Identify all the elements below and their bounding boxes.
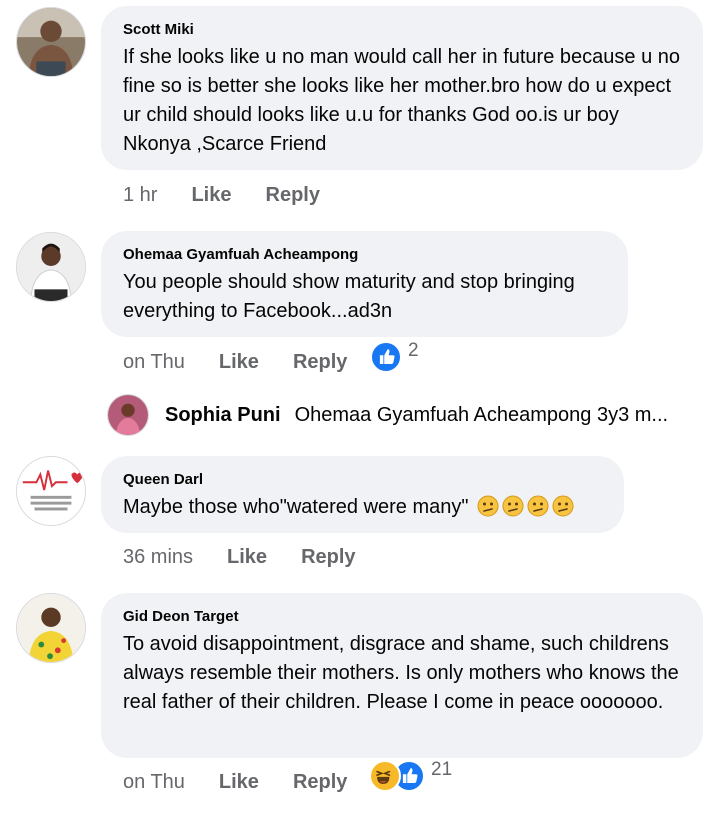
haha-reaction-icon: [369, 760, 401, 792]
comment-timestamp[interactable]: 36 mins: [123, 546, 193, 569]
reply-button[interactable]: Reply: [293, 351, 347, 374]
like-button[interactable]: Like: [219, 771, 259, 794]
comment-text: To avoid disappointment, disgrace and sh…: [123, 633, 679, 713]
emoji-group: [474, 495, 574, 518]
comment-author[interactable]: Ohemaa Gyamfuah Acheampong: [123, 246, 606, 264]
comment-bubble: Gid Deon Target To avoid disappointment,…: [101, 593, 703, 758]
profile-photo: [108, 395, 148, 435]
avatar-gid-deon-target[interactable]: [16, 593, 86, 663]
comment-author[interactable]: Scott Miki: [123, 21, 681, 39]
like-button[interactable]: Like: [191, 184, 231, 207]
avatar-ohemaa-gyamfuah-acheampong[interactable]: [16, 232, 86, 302]
comment-author[interactable]: Queen Darl: [123, 471, 602, 489]
reply-author[interactable]: Sophia Puni: [165, 404, 281, 427]
profile-photo: [17, 8, 85, 76]
comment-text: If she looks like u no man would call he…: [123, 46, 680, 155]
reply-button[interactable]: Reply: [293, 771, 347, 794]
comment-timestamp[interactable]: 1 hr: [123, 184, 157, 207]
comment-timestamp[interactable]: on Thu: [123, 771, 185, 794]
reply-preview[interactable]: Sophia Puni Ohemaa Gyamfuah Acheampong 3…: [165, 404, 668, 427]
comment-text: Maybe those who"watered were many": [123, 496, 469, 518]
avatar-queen-darl[interactable]: [16, 456, 86, 526]
comment-bubble: Queen Darl Maybe those who"watered were …: [101, 456, 624, 533]
comment-actions: 36 mins Like Reply: [123, 546, 356, 569]
reaction-summary[interactable]: 2: [370, 340, 419, 373]
comment-timestamp[interactable]: on Thu: [123, 351, 185, 374]
reaction-summary[interactable]: 21: [369, 759, 453, 792]
comment-actions: 1 hr Like Reply: [123, 184, 320, 207]
comment-text-line: Maybe those who"watered were many": [123, 493, 602, 522]
comment-bubble: Ohemaa Gyamfuah Acheampong You people sh…: [101, 231, 628, 337]
profile-photo: [17, 233, 85, 301]
profile-photo: [17, 457, 85, 525]
comment-bubble: Scott Miki If she looks like u no man wo…: [101, 6, 703, 170]
reaction-count: 21: [431, 759, 453, 780]
reaction-count: 2: [408, 340, 419, 361]
like-button[interactable]: Like: [219, 351, 259, 374]
confused-face-emoji: [502, 495, 524, 517]
avatar-sophia-puni[interactable]: [107, 394, 149, 436]
comment-actions: on Thu Like Reply: [123, 351, 347, 374]
reply-button[interactable]: Reply: [266, 184, 320, 207]
comment-author[interactable]: Gid Deon Target: [123, 608, 681, 626]
comment-actions: on Thu Like Reply: [123, 771, 347, 794]
avatar-scott-miki[interactable]: [16, 7, 86, 77]
like-reaction-icon: [370, 341, 402, 373]
confused-face-emoji: [477, 495, 499, 517]
reply-text: Ohemaa Gyamfuah Acheampong 3y3 m...: [294, 404, 669, 426]
confused-face-emoji: [552, 495, 574, 517]
like-button[interactable]: Like: [227, 546, 267, 569]
comment-text: You people should show maturity and stop…: [123, 271, 575, 322]
confused-face-emoji: [527, 495, 549, 517]
reply-button[interactable]: Reply: [301, 546, 355, 569]
profile-photo: [17, 594, 85, 662]
